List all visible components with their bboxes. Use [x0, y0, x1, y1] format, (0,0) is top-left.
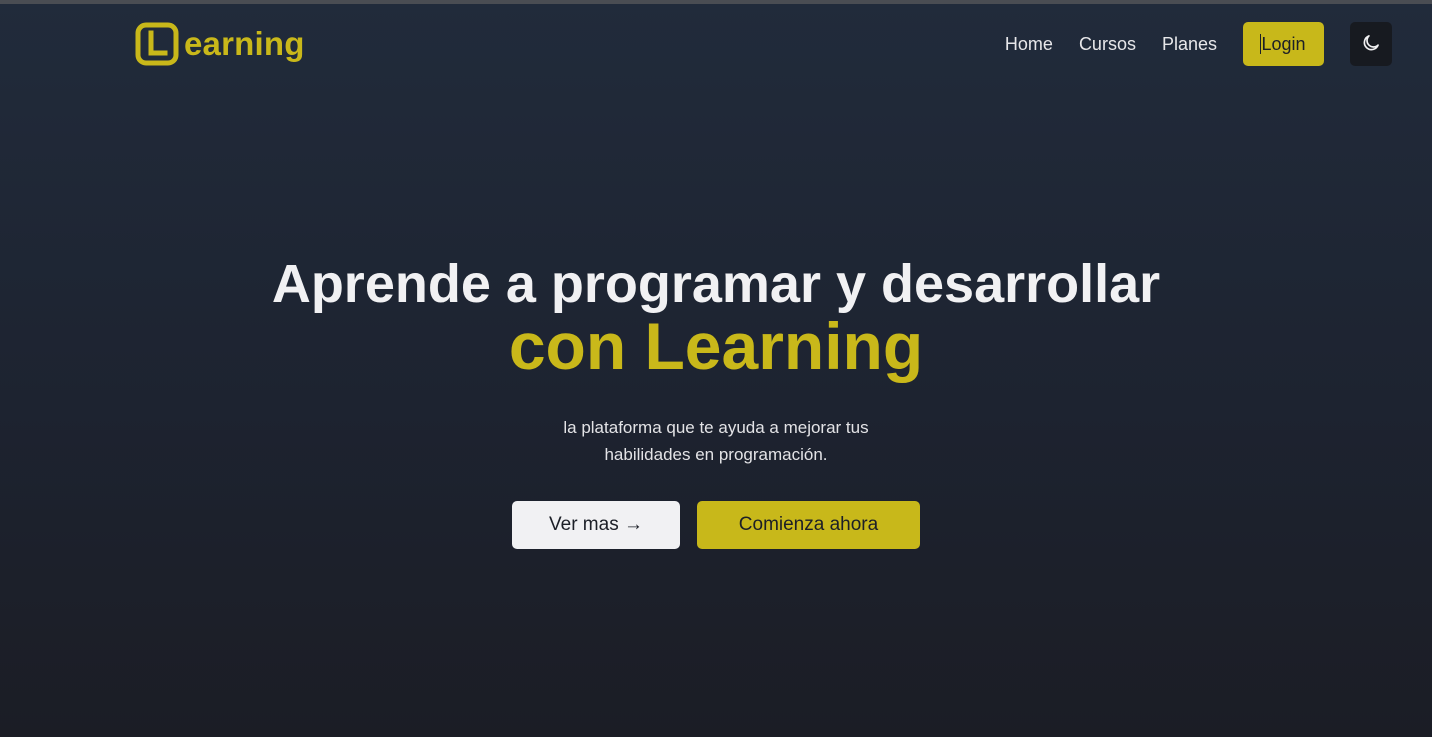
moon-icon: [1361, 33, 1381, 56]
nav-link-planes[interactable]: Planes: [1162, 34, 1217, 55]
text-cursor: [1260, 34, 1261, 54]
hero-actions: Ver mas → Comienza ahora: [0, 501, 1432, 549]
nav-link-home[interactable]: Home: [1005, 34, 1053, 55]
hero-subtitle: la plataforma que te ayuda a mejorar tus…: [563, 418, 869, 464]
logo-mark-icon: [135, 22, 179, 66]
theme-toggle-button[interactable]: [1350, 22, 1392, 66]
comienza-ahora-button[interactable]: Comienza ahora: [697, 501, 920, 549]
brand-name: earning: [184, 25, 305, 62]
login-button-label: Login: [1261, 33, 1306, 54]
nav-link-cursos[interactable]: Cursos: [1079, 34, 1136, 55]
brand-logo[interactable]: earning: [135, 22, 305, 66]
login-button[interactable]: Login: [1243, 22, 1324, 66]
nav-links: Home Cursos Planes Login: [1005, 22, 1392, 66]
hero-title-accent: con Learning: [508, 309, 924, 383]
navbar: earning Home Cursos Planes Login: [0, 4, 1432, 84]
ver-mas-button[interactable]: Ver mas →: [512, 501, 680, 549]
hero-section: Aprende a programar y desarrollar con Le…: [0, 250, 1432, 549]
